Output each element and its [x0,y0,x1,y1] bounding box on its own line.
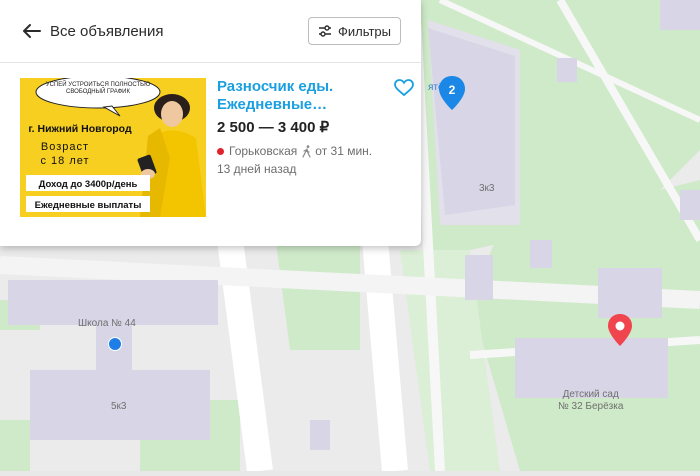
filters-button[interactable]: Фильтры [308,17,401,45]
ad-income: Доход до 3400р/день [39,179,138,190]
listing-card[interactable]: УСПЕЙ УСТРОИТЬСЯ ПОЛНОСТЬЮ СВОБОДНЫЙ ГРА… [20,78,414,218]
map-label-building-3k3: 3к3 [479,183,495,194]
ad-payouts: Ежедневные выплаты [35,200,142,211]
listing-thumbnail[interactable]: УСПЕЙ УСТРОИТЬСЯ ПОЛНОСТЬЮ СВОБОДНЫЙ ГРА… [20,78,206,217]
ad-age-line2: с 18 лет [40,155,89,167]
favorite-heart-icon[interactable] [394,79,414,97]
user-location-dot [108,337,122,351]
ad-age-line1: Возраст [41,141,89,153]
ad-image: УСПЕЙ УСТРОИТЬСЯ ПОЛНОСТЬЮ СВОБОДНЫЙ ГРА… [20,78,206,217]
map-label-building-5k3: 5к3 [111,401,127,412]
selected-location-pin[interactable] [607,313,633,347]
listing-location: Горьковская от 31 мин. [217,144,372,158]
sliders-icon [318,25,331,37]
metro-line-icon [217,147,224,155]
map-label-kindergarten-line2: № 32 Берёзка [558,401,624,412]
walk-time: от 31 мин. [315,144,373,158]
ad-city: г. Нижний Новгород [28,123,132,135]
panel-header: Все объявления Фильтры [0,0,421,63]
back-to-all-listings-button[interactable]: Все объявления [22,20,163,42]
ad-bubble-text: УСПЕЙ УСТРОИТЬСЯ ПОЛНОСТЬЮ СВОБОДНЫЙ ГРА… [45,82,151,95]
metro-station: Горьковская [229,144,298,158]
map-label-kindergarten: Детский сад № 32 Берёзка [558,389,623,413]
cluster-pin[interactable]: 2 [438,75,466,111]
listing-panel: Все объявления Фильтры УСПЕЙ УСТРОИТЬСЯ … [0,0,421,246]
listing-title[interactable]: Разносчик еды. Ежедневные… [217,78,387,114]
filters-label: Фильтры [337,23,391,39]
arrow-left-icon [23,24,41,38]
map-label-kindergarten-line1: Детский сад [562,389,619,400]
listing-date: 13 дней назад [217,162,297,176]
map-label-school: Школа № 44 [78,318,136,329]
listing-price: 2 500 — 3 400 ₽ [217,119,330,136]
cluster-count: 2 [449,83,456,97]
back-label: Все объявления [50,22,164,40]
walking-icon [302,144,311,158]
